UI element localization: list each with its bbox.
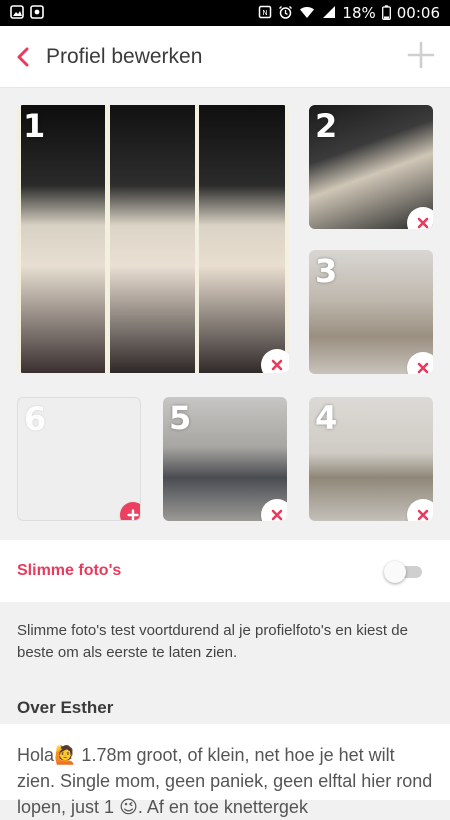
smart-photos-description: Slimme foto's test voortdurend al je pro… (17, 622, 408, 661)
chevron-left-icon (17, 47, 29, 66)
smart-photos-row[interactable]: Slimme foto's (0, 540, 450, 602)
remove-photo-button[interactable] (407, 352, 433, 374)
photo-number: 4 (315, 399, 338, 437)
photo-number: 3 (315, 252, 338, 290)
photo-1-panel-b (110, 105, 195, 373)
alarm-icon (278, 5, 293, 22)
close-icon (417, 362, 429, 374)
photo-number: 1 (23, 107, 46, 145)
close-icon (417, 217, 429, 229)
add-photo-button[interactable] (120, 502, 140, 520)
page-title: Profiel bewerken (46, 44, 203, 68)
smart-photos-label: Slimme foto's (17, 562, 122, 579)
photo-slot-3[interactable]: 3 (309, 250, 433, 374)
plus-icon (127, 509, 139, 520)
remove-photo-button[interactable] (261, 499, 287, 521)
about-text-field[interactable]: Hola🙋 1.78m groot, of klein, net hoe je … (0, 724, 450, 817)
toggle-knob (384, 561, 406, 583)
about-text: Hola🙋 1.78m groot, of klein, net hoe je … (17, 745, 433, 817)
wifi-icon (299, 5, 315, 21)
gallery-notification-icon (10, 5, 24, 21)
remove-photo-button[interactable] (407, 207, 433, 229)
photo-number: 5 (169, 399, 192, 437)
back-button[interactable] (0, 26, 46, 88)
battery-icon (381, 4, 391, 22)
plus-icon (407, 41, 435, 69)
signal-icon (321, 5, 336, 21)
photo-grid: 1 2 3 6 5 4 (0, 88, 450, 540)
photo-1-panel-c (199, 105, 285, 373)
remove-photo-button[interactable] (407, 499, 433, 521)
tinder-notification-icon (30, 5, 44, 21)
photo-slot-6-empty[interactable]: 6 (17, 397, 141, 521)
close-icon (271, 509, 283, 521)
photo-slot-5[interactable]: 5 (163, 397, 287, 521)
photo-number: 2 (315, 107, 338, 145)
photo-slot-2[interactable]: 2 (309, 105, 433, 229)
photo-1-panel-a (21, 105, 105, 373)
status-bar: N 18% 00:06 (0, 0, 450, 26)
photo-slot-4[interactable]: 4 (309, 397, 433, 521)
nfc-icon: N (258, 5, 272, 21)
add-button[interactable] (406, 40, 436, 70)
smart-photos-toggle[interactable] (384, 561, 422, 583)
remove-photo-button[interactable] (261, 349, 289, 373)
clock: 00:06 (396, 4, 440, 22)
photo-number: 6 (24, 400, 47, 438)
close-icon (417, 509, 429, 521)
about-section-title: Over Esther (17, 698, 114, 717)
battery-percentage: 18% (342, 4, 376, 22)
svg-text:N: N (263, 9, 268, 17)
close-icon (271, 359, 283, 371)
photo-slot-1[interactable]: 1 (17, 105, 289, 373)
app-bar: Profiel bewerken (0, 26, 450, 88)
